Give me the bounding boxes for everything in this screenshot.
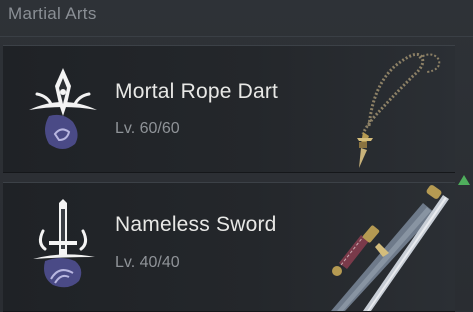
item-name: Mortal Rope Dart [115, 80, 279, 103]
martial-art-card-sword[interactable]: Nameless Sword Lv. 40/40 [3, 182, 455, 312]
rope-dart-emblem-icon [29, 68, 97, 149]
martial-art-card-rope-dart[interactable]: Mortal Rope Dart Lv. 60/60 [3, 45, 455, 173]
section-divider [0, 36, 473, 37]
scroll-up-indicator-icon[interactable] [458, 175, 470, 185]
item-level: Lv. 40/40 [115, 254, 180, 271]
item-level: Lv. 60/60 [115, 120, 180, 137]
sword-emblem-icon [33, 199, 95, 288]
sword-weapon-icon [331, 185, 449, 311]
section-title: Martial Arts [8, 4, 97, 23]
rope-dart-weapon-icon [357, 52, 441, 168]
item-name: Nameless Sword [115, 213, 277, 236]
